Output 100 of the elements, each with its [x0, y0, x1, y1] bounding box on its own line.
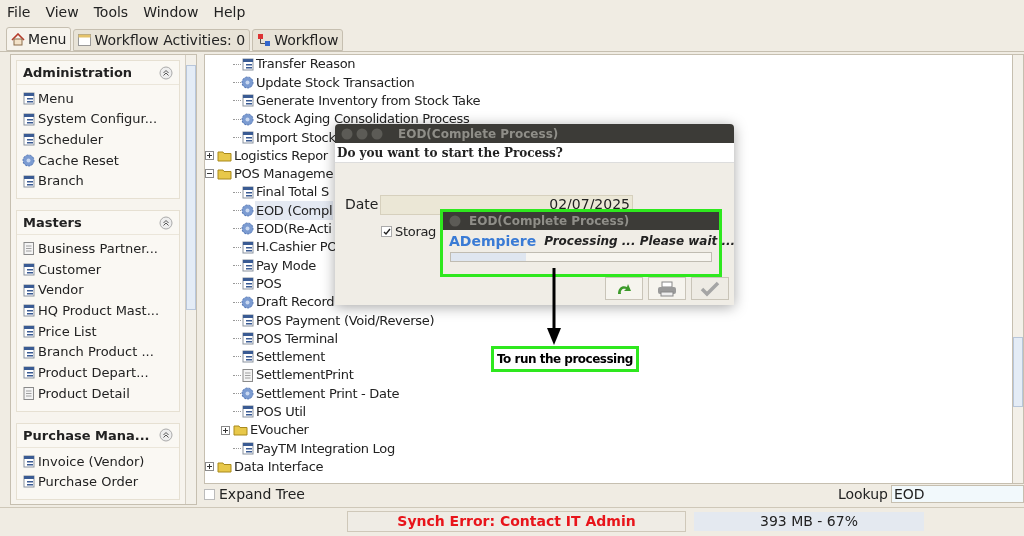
- tree-item[interactable]: EOD(Re-Acti: [255, 219, 333, 239]
- memory-usage: 393 MB - 67%: [694, 512, 924, 531]
- window-icon: [241, 94, 254, 108]
- window-icon: [22, 91, 35, 105]
- maximize-icon[interactable]: [371, 127, 383, 140]
- gear-icon: [241, 204, 254, 217]
- window-icon: [241, 277, 254, 291]
- section-title: Purchase Mana...: [23, 426, 150, 445]
- tree-item[interactable]: Draft Record: [255, 292, 336, 312]
- minimize-icon[interactable]: [356, 127, 368, 140]
- collapse-icon[interactable]: [205, 169, 214, 179]
- expand-icon[interactable]: [205, 151, 214, 161]
- expand-icon[interactable]: [205, 462, 214, 472]
- window-icon: [22, 475, 35, 489]
- printer-icon: [657, 280, 677, 297]
- lookup-label: Lookup: [837, 484, 888, 504]
- storage-checkbox[interactable]: [381, 226, 392, 238]
- gear-icon: [241, 112, 254, 126]
- tree-item[interactable]: POS Terminal: [255, 328, 339, 349]
- tree-item[interactable]: Settlement: [255, 347, 327, 367]
- window-icon: [22, 283, 35, 297]
- tree-item[interactable]: Settlement Print - Date: [255, 383, 401, 404]
- window-icon: [22, 133, 35, 147]
- sidebar-item[interactable]: Branch: [38, 171, 84, 191]
- tree-item[interactable]: EVoucher: [249, 420, 310, 440]
- tree-item[interactable]: Logistics Repor: [233, 145, 329, 166]
- sidebar-item[interactable]: Scheduler: [38, 129, 104, 150]
- sidebar-item[interactable]: Branch Product ...: [38, 342, 154, 362]
- tree-item[interactable]: PayTM Integration Log: [255, 438, 396, 459]
- sidebar-item[interactable]: Cache Reset: [38, 150, 119, 171]
- workflow-icon: [257, 33, 272, 47]
- tree-item[interactable]: POS: [255, 273, 283, 294]
- tab[interactable]: Menu: [6, 27, 72, 51]
- sidebar-item[interactable]: Price List: [38, 321, 97, 342]
- sidebar-item[interactable]: Menu: [38, 88, 74, 109]
- tree-item[interactable]: EOD (Compl: [255, 200, 334, 221]
- tree-item[interactable]: Final Total S: [255, 182, 330, 202]
- tree-item[interactable]: Generate Inventory from Stock Take: [255, 91, 482, 111]
- expand-icon[interactable]: [221, 425, 230, 435]
- section-title: Administration: [23, 63, 133, 82]
- document-icon: [22, 242, 35, 256]
- folder-icon: [217, 149, 232, 162]
- menubar-entry[interactable]: File: [7, 1, 31, 23]
- dialog-button[interactable]: [605, 277, 643, 300]
- tree-item[interactable]: POS Manageme: [233, 164, 335, 184]
- tree-item[interactable]: POS Util: [255, 402, 307, 422]
- folder-icon: [217, 460, 232, 473]
- expand-tree-label[interactable]: Expand Tree: [219, 483, 305, 505]
- window-icon: [241, 57, 254, 71]
- sidebar-item[interactable]: Business Partner...: [38, 239, 158, 259]
- sidebar-item[interactable]: Product Depart...: [38, 363, 149, 383]
- sidebar-item[interactable]: Invoice (Vendor): [38, 451, 145, 472]
- scrollbar[interactable]: [185, 55, 196, 504]
- folder-icon: [233, 424, 248, 437]
- menubar-entry[interactable]: View: [45, 1, 79, 23]
- tab[interactable]: Workflow: [252, 29, 344, 51]
- tree-item[interactable]: POS Payment (Void/Reverse): [255, 310, 436, 331]
- menubar-entry[interactable]: Help: [213, 1, 246, 23]
- tree-item[interactable]: Update Stock Transaction: [255, 72, 416, 93]
- check-icon: [700, 280, 720, 297]
- window-icon: [241, 130, 254, 144]
- window-icon: [241, 405, 254, 419]
- lookup-field[interactable]: EOD: [891, 485, 1024, 503]
- window-icon: [241, 258, 254, 272]
- window-icon: [22, 112, 35, 126]
- window-icon: [241, 332, 254, 346]
- close-icon[interactable]: [449, 215, 461, 227]
- window-icon: [241, 240, 254, 254]
- window-icon: [22, 366, 35, 380]
- sidebar-item[interactable]: System Configur...: [38, 109, 158, 129]
- window-icon: [22, 454, 35, 468]
- storage-label[interactable]: Storag: [395, 222, 437, 242]
- menubar-entry[interactable]: Window: [143, 1, 199, 23]
- tree-item[interactable]: Import Stock: [255, 127, 337, 148]
- sidebar-item[interactable]: HQ Product Mast...: [38, 301, 160, 321]
- tree-item[interactable]: SettlementPrint: [255, 365, 355, 385]
- tree-item[interactable]: Data Interface: [233, 456, 325, 477]
- annotation-label: To run the processing: [491, 346, 639, 372]
- scrollbar[interactable]: [1012, 55, 1023, 483]
- tree-item[interactable]: Pay Mode: [255, 255, 318, 276]
- house-icon: [11, 32, 25, 46]
- menubar-entry[interactable]: Tools: [93, 1, 129, 23]
- dialog-button[interactable]: [648, 277, 686, 300]
- window-icon: [241, 350, 254, 364]
- sidebar-item[interactable]: Product Detail: [38, 383, 130, 404]
- sidebar-item[interactable]: Customer: [38, 259, 102, 280]
- tree-item[interactable]: Transfer Reason: [255, 55, 357, 74]
- window-icon: [22, 345, 35, 359]
- status-message: Synch Error: Contact IT Admin: [347, 511, 686, 532]
- window-icon: [22, 262, 35, 276]
- date-label: Date: [345, 195, 380, 214]
- sidebar-item[interactable]: Vendor: [38, 280, 84, 300]
- section-title: Masters: [23, 214, 82, 233]
- sidebar-item[interactable]: Purchase Order: [38, 472, 139, 492]
- close-icon[interactable]: [341, 127, 353, 140]
- expand-tree-checkbox[interactable]: [204, 488, 215, 500]
- processing-message: Processing ... Please wait ...: [544, 233, 736, 250]
- window-icon: [241, 185, 254, 199]
- tab[interactable]: Workflow Activities: 0: [73, 29, 251, 51]
- gear-icon: [241, 295, 254, 309]
